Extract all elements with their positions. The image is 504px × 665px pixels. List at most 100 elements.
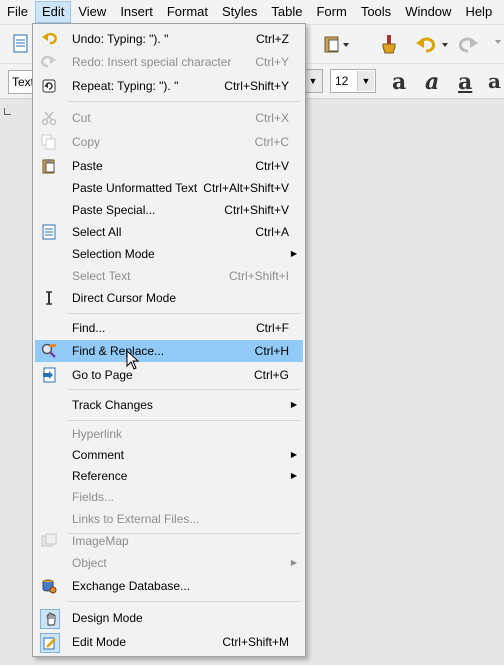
submenu-arrow-icon: ▶ [290, 450, 297, 459]
underline-icon[interactable]: a [458, 69, 472, 95]
menu-item-copy[interactable]: Copy Ctrl+C [35, 131, 303, 153]
goto-page-icon [40, 366, 58, 384]
italic-icon[interactable]: a [425, 69, 439, 95]
find-replace-icon [40, 342, 58, 360]
paste-icon [40, 157, 58, 175]
repeat-icon [40, 77, 58, 95]
menu-item-label: Comment [72, 448, 125, 462]
menu-item-shortcut: Ctrl+Alt+Shift+V [203, 181, 289, 195]
clone-formatting-icon[interactable] [378, 33, 400, 55]
menu-separator [67, 601, 301, 602]
page-margin-marker [4, 108, 11, 115]
menu-item-imagemap[interactable]: ImageMap [35, 530, 303, 552]
menu-item-label: Object [72, 556, 107, 570]
menu-item-shortcut: Ctrl+F [256, 321, 289, 335]
redo-toolbar-icon[interactable] [458, 33, 488, 55]
paste-toolbar-icon[interactable] [322, 33, 352, 55]
menu-item-label: Direct Cursor Mode [72, 291, 177, 305]
menu-item-track-changes[interactable]: Track Changes ▶ [35, 394, 303, 416]
menu-item-shortcut: Ctrl+A [255, 225, 289, 239]
menu-file[interactable]: File [0, 1, 35, 23]
database-icon [40, 577, 58, 595]
new-document-icon[interactable] [10, 33, 32, 55]
menu-item-repeat[interactable]: Repeat: Typing: "). " Ctrl+Shift+Y [35, 75, 303, 97]
menu-item-label: Selection Mode [72, 247, 155, 261]
menu-insert[interactable]: Insert [113, 1, 160, 23]
menu-item-hyperlink[interactable]: Hyperlink [35, 423, 303, 445]
menu-item-label: Select Text [72, 269, 131, 283]
menu-item-shortcut: Ctrl+X [255, 111, 289, 125]
menu-item-label: Links to External Files... [72, 512, 200, 526]
text-cursor-icon [40, 289, 58, 307]
imagemap-icon [40, 532, 58, 550]
edit-mode-icon [40, 633, 60, 653]
menu-item-direct-cursor[interactable]: Direct Cursor Mode [35, 287, 303, 309]
menu-item-shortcut: Ctrl+Shift+M [222, 635, 289, 649]
menu-edit[interactable]: Edit [34, 1, 72, 23]
bold-icon[interactable]: a [392, 69, 406, 95]
strikethrough-icon[interactable]: a [488, 69, 501, 93]
menu-item-shortcut: Ctrl+G [253, 368, 289, 382]
chevron-down-icon[interactable]: ▼ [357, 71, 374, 91]
menu-item-label: Paste [72, 159, 103, 173]
menu-item-selection-mode[interactable]: Selection Mode ▶ [35, 243, 303, 265]
menu-separator [67, 313, 301, 314]
menu-item-comment[interactable]: Comment ▶ [35, 444, 303, 466]
menu-item-label: ImageMap [72, 534, 129, 548]
menu-item-label: Undo: Typing: "). " [72, 32, 169, 46]
menu-separator [67, 389, 301, 390]
submenu-arrow-icon: ▶ [290, 471, 297, 480]
undo-toolbar-icon[interactable] [414, 33, 448, 55]
menu-item-reference[interactable]: Reference ▶ [35, 465, 303, 487]
menu-item-label: Fields... [72, 490, 115, 504]
menu-styles[interactable]: Styles [215, 1, 264, 23]
menu-view[interactable]: View [71, 1, 113, 23]
menu-item-label: Select All [72, 225, 122, 239]
menu-item-label: Cut [72, 111, 91, 125]
menu-item-label: Paste Unformatted Text [72, 181, 198, 195]
select-all-icon [40, 223, 58, 241]
menu-item-edit-mode[interactable]: Edit Mode Ctrl+Shift+M [35, 631, 303, 653]
menu-item-find-replace[interactable]: Find & Replace... Ctrl+H [35, 340, 303, 362]
menu-item-select-all[interactable]: Select All Ctrl+A [35, 221, 303, 243]
font-size-combobox[interactable]: 12 ▼ [330, 69, 376, 93]
menu-window[interactable]: Window [398, 1, 458, 23]
design-mode-icon [40, 609, 60, 629]
menu-item-find[interactable]: Find... Ctrl+F [35, 317, 303, 339]
menu-item-shortcut: Ctrl+Shift+Y [224, 79, 289, 93]
menu-item-paste-unformatted[interactable]: Paste Unformatted Text Ctrl+Alt+Shift+V [35, 177, 303, 199]
menu-item-links-external[interactable]: Links to External Files... [35, 508, 303, 530]
menu-item-goto-page[interactable]: Go to Page Ctrl+G [35, 364, 303, 386]
menu-item-cut[interactable]: Cut Ctrl+X [35, 107, 303, 129]
menu-item-label: Find & Replace... [72, 344, 165, 358]
menu-item-shortcut: Ctrl+C [254, 135, 289, 149]
font-name-dropdown-arrow[interactable]: ▼ [303, 69, 323, 93]
submenu-arrow-icon: ▶ [290, 558, 297, 567]
menu-item-redo[interactable]: Redo: Insert special character Ctrl+Y [35, 51, 303, 73]
menu-item-paste-special[interactable]: Paste Special... Ctrl+Shift+V [35, 199, 303, 221]
overflow-chevron-icon[interactable] [488, 33, 504, 55]
menu-help[interactable]: Help [458, 1, 499, 23]
menu-tools[interactable]: Tools [354, 1, 398, 23]
menu-item-design-mode[interactable]: Design Mode [35, 607, 303, 629]
menu-table[interactable]: Table [264, 1, 309, 23]
submenu-arrow-icon: ▶ [290, 249, 297, 258]
menu-item-paste[interactable]: Paste Ctrl+V [35, 155, 303, 177]
menu-form[interactable]: Form [309, 1, 353, 23]
menu-item-label: Repeat: Typing: "). " [72, 79, 179, 93]
menu-item-shortcut: Ctrl+Y [255, 55, 289, 69]
menu-item-exchange-database[interactable]: Exchange Database... [35, 575, 303, 597]
mouse-pointer-icon [126, 349, 140, 375]
menu-item-label: Design Mode [72, 611, 143, 625]
copy-icon [40, 133, 58, 151]
menu-item-object[interactable]: Object ▶ [35, 552, 303, 574]
menu-item-select-text[interactable]: Select Text Ctrl+Shift+I [35, 265, 303, 287]
menu-item-undo[interactable]: Undo: Typing: "). " Ctrl+Z [35, 28, 303, 50]
menu-item-label: Paste Special... [72, 203, 156, 217]
menu-separator [67, 420, 301, 421]
menu-item-fields[interactable]: Fields... [35, 486, 303, 508]
undo-icon [40, 30, 58, 48]
menu-item-label: Go to Page [72, 368, 133, 382]
menu-item-shortcut: Ctrl+Shift+V [224, 203, 289, 217]
menu-format[interactable]: Format [160, 1, 215, 23]
